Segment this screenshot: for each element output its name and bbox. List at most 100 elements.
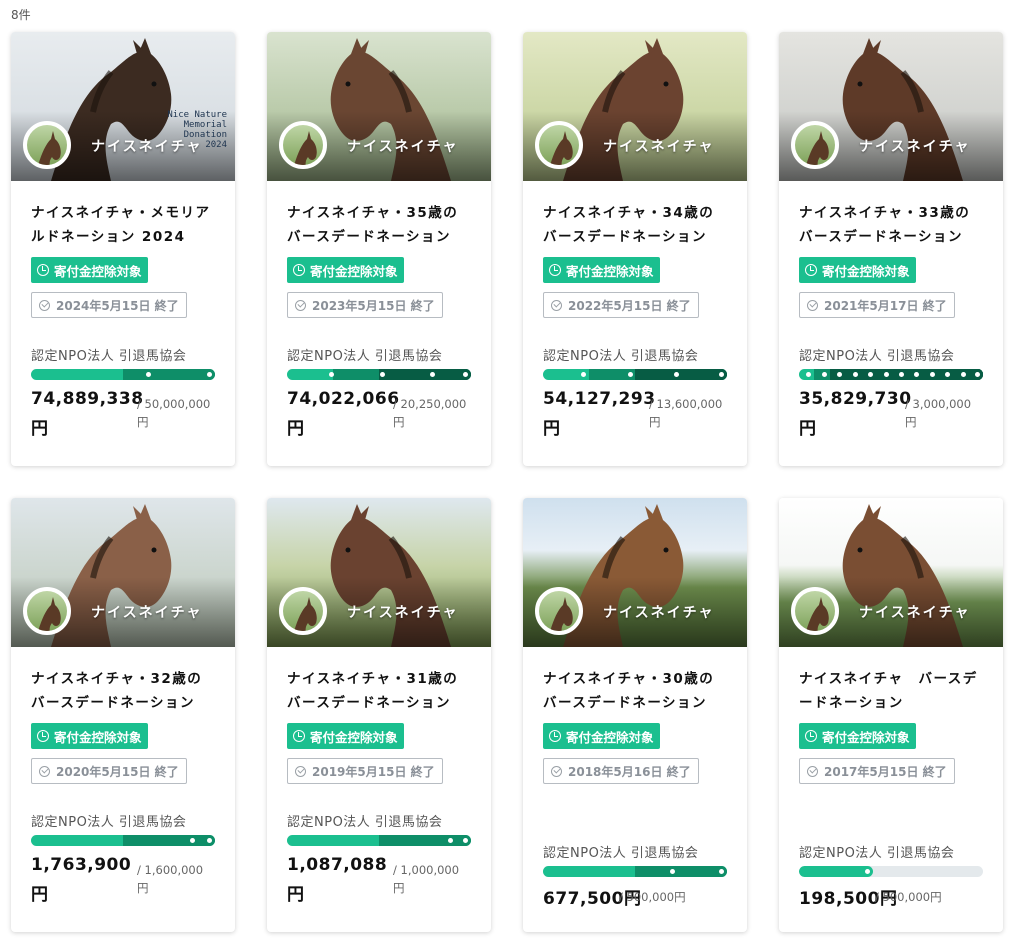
organization-name: 認定NPO法人 引退馬協会 bbox=[543, 349, 699, 364]
clock-icon bbox=[293, 264, 305, 276]
goal-amount: / 3,000,000 bbox=[905, 397, 972, 411]
goal-currency: 円 bbox=[905, 415, 917, 429]
donation-card[interactable]: ナイスネイチャ ナイスネイチャ・33歳のバースデードネーション 寄付金控除対象 … bbox=[779, 32, 1003, 466]
horse-name: ナイスネイチャ bbox=[859, 605, 971, 621]
organization-name: 認定NPO法人 引退馬協会 bbox=[31, 815, 187, 830]
badge-label: 寄付金控除対象 bbox=[822, 729, 910, 745]
horse-avatar bbox=[535, 121, 583, 169]
progress-bar bbox=[31, 369, 215, 380]
ended-label: 2024年5月15日 終了 bbox=[56, 298, 179, 313]
horse-photo: ナイスネイチャ bbox=[523, 498, 747, 647]
tax-deduction-badge: 寄付金控除対象 bbox=[799, 257, 916, 283]
card-title[interactable]: ナイスネイチャ・31歳のバースデードネーション bbox=[287, 667, 471, 715]
check-circle-icon bbox=[551, 765, 562, 777]
goal-currency: 円 bbox=[137, 415, 149, 429]
tax-deduction-badge: 寄付金控除対象 bbox=[31, 723, 148, 749]
card-title[interactable]: ナイスネイチャ・35歳のバースデードネーション bbox=[287, 201, 471, 249]
card-title[interactable]: ナイスネイチャ・32歳のバースデードネーション bbox=[31, 667, 215, 715]
ended-label: 2023年5月15日 終了 bbox=[312, 298, 435, 313]
tax-deduction-badge: 寄付金控除対象 bbox=[287, 723, 404, 749]
raised-currency: 円 bbox=[31, 885, 48, 905]
progress-bar bbox=[31, 835, 215, 846]
raised-currency: 円 bbox=[799, 419, 816, 439]
clock-icon bbox=[37, 730, 49, 742]
clock-icon bbox=[549, 264, 561, 276]
clock-icon bbox=[293, 730, 305, 742]
horse-name: ナイスネイチャ bbox=[603, 139, 715, 155]
donation-card[interactable]: Nice Nature Memorial Donation 2024 ナイスネイ… bbox=[11, 32, 235, 466]
badge-label: 寄付金控除対象 bbox=[310, 729, 398, 745]
progress-bar bbox=[543, 369, 727, 380]
donation-card[interactable]: ナイスネイチャ ナイスネイチャ・34歳のバースデードネーション 寄付金控除対象 … bbox=[523, 32, 747, 466]
ended-status: 2024年5月15日 終了 bbox=[31, 292, 187, 318]
goal-amount: / 13,600,000 bbox=[649, 397, 723, 411]
raised-currency: 円 bbox=[31, 419, 48, 439]
donation-card[interactable]: ナイスネイチャ ナイスネイチャ・35歳のバースデードネーション 寄付金控除対象 … bbox=[267, 32, 491, 466]
card-title[interactable]: ナイスネイチャ・33歳のバースデードネーション bbox=[799, 201, 983, 249]
clock-icon bbox=[549, 730, 561, 742]
horse-avatar bbox=[791, 587, 839, 635]
raised-amount: 54,127,293 bbox=[543, 389, 656, 409]
donation-card[interactable]: ナイスネイチャ ナイスネイチャ・31歳のバースデードネーション 寄付金控除対象 … bbox=[267, 498, 491, 932]
clock-icon bbox=[37, 264, 49, 276]
tax-deduction-badge: 寄付金控除対象 bbox=[799, 723, 916, 749]
horse-avatar bbox=[23, 121, 71, 169]
horse-photo: ナイスネイチャ bbox=[11, 498, 235, 647]
raised-amount: 1,763,900 bbox=[31, 855, 132, 875]
raised-amount: 74,022,066 bbox=[287, 389, 400, 409]
badge-label: 寄付金控除対象 bbox=[54, 729, 142, 745]
raised-currency: 円 bbox=[287, 419, 304, 439]
ended-status: 2023年5月15日 終了 bbox=[287, 292, 443, 318]
ended-status: 2018年5月16日 終了 bbox=[543, 758, 699, 784]
card-title[interactable]: ナイスネイチャ・34歳のバースデードネーション bbox=[543, 201, 727, 249]
organization-name: 認定NPO法人 引退馬協会 bbox=[31, 349, 187, 364]
organization-name: 認定NPO法人 引退馬協会 bbox=[799, 349, 955, 364]
horse-photo: ナイスネイチャ bbox=[779, 498, 1003, 647]
raised-amount: 35,829,730 bbox=[799, 389, 912, 409]
organization-name: 認定NPO法人 引退馬協会 bbox=[287, 815, 443, 830]
donation-card[interactable]: ナイスネイチャ ナイスネイチャ バースデードネーション 寄付金控除対象 2017… bbox=[779, 498, 1003, 932]
goal-amount: / 1,000,000 bbox=[393, 863, 460, 877]
card-title[interactable]: ナイスネイチャ バースデードネーション bbox=[799, 667, 983, 715]
check-circle-icon bbox=[295, 299, 306, 311]
badge-label: 寄付金控除対象 bbox=[310, 263, 398, 279]
badge-label: 寄付金控除対象 bbox=[54, 263, 142, 279]
clock-icon bbox=[805, 730, 817, 742]
tax-deduction-badge: 寄付金控除対象 bbox=[543, 723, 660, 749]
horse-photo: ナイスネイチャ bbox=[267, 498, 491, 647]
horse-name: ナイスネイチャ bbox=[347, 605, 459, 621]
donation-card[interactable]: ナイスネイチャ ナイスネイチャ・32歳のバースデードネーション 寄付金控除対象 … bbox=[11, 498, 235, 932]
horse-name: ナイスネイチャ bbox=[603, 605, 715, 621]
badge-label: 寄付金控除対象 bbox=[566, 263, 654, 279]
ended-status: 2022年5月15日 終了 bbox=[543, 292, 699, 318]
goal-amount: / 500,000円 bbox=[875, 890, 942, 904]
donation-card[interactable]: ナイスネイチャ ナイスネイチャ・30歳のバースデードネーション 寄付金控除対象 … bbox=[523, 498, 747, 932]
ended-label: 2020年5月15日 終了 bbox=[56, 764, 179, 779]
tax-deduction-badge: 寄付金控除対象 bbox=[543, 257, 660, 283]
horse-photo: ナイスネイチャ bbox=[267, 32, 491, 181]
horse-avatar bbox=[23, 587, 71, 635]
check-circle-icon bbox=[39, 299, 50, 311]
raised-currency: 円 bbox=[543, 419, 560, 439]
progress-bar bbox=[287, 369, 471, 380]
tax-deduction-badge: 寄付金控除対象 bbox=[287, 257, 404, 283]
horse-avatar bbox=[791, 121, 839, 169]
horse-photo: ナイスネイチャ bbox=[523, 32, 747, 181]
check-circle-icon bbox=[807, 765, 818, 777]
progress-bar bbox=[799, 369, 983, 380]
card-title[interactable]: ナイスネイチャ・メモリアルドネーション 2024 bbox=[31, 201, 215, 249]
goal-currency: 円 bbox=[393, 881, 405, 895]
card-title[interactable]: ナイスネイチャ・30歳のバースデードネーション bbox=[543, 667, 727, 715]
ended-label: 2019年5月15日 終了 bbox=[312, 764, 435, 779]
ended-label: 2018年5月16日 終了 bbox=[568, 764, 691, 779]
ended-status: 2017年5月15日 終了 bbox=[799, 758, 955, 784]
progress-bar bbox=[799, 866, 983, 877]
raised-amount: 74,889,338 bbox=[31, 389, 144, 409]
goal-amount: / 50,000,000 bbox=[137, 397, 211, 411]
horse-photo: ナイスネイチャ bbox=[779, 32, 1003, 181]
ended-label: 2017年5月15日 終了 bbox=[824, 764, 947, 779]
goal-currency: 円 bbox=[137, 881, 149, 895]
horse-photo: Nice Nature Memorial Donation 2024 ナイスネイ… bbox=[11, 32, 235, 181]
badge-label: 寄付金控除対象 bbox=[566, 729, 654, 745]
progress-bar bbox=[543, 866, 727, 877]
